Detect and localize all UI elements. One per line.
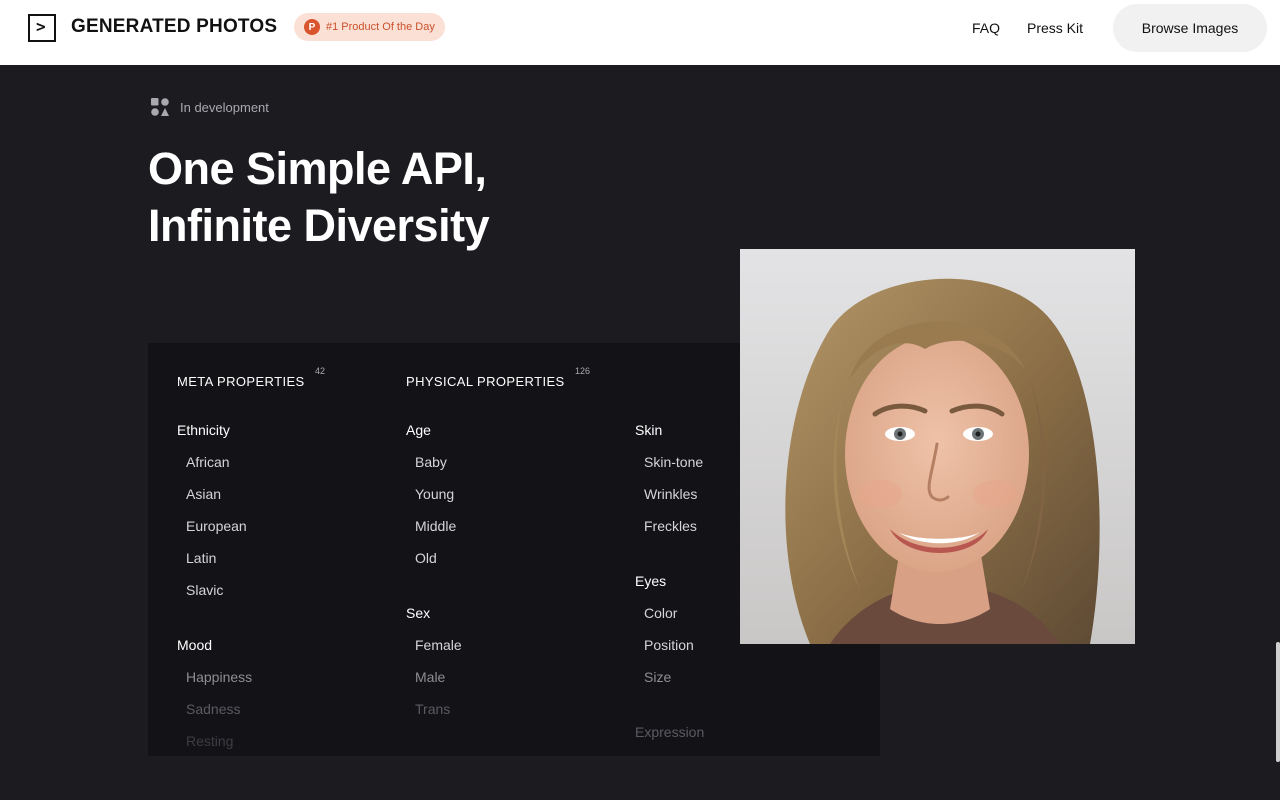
group-sex: Sex (406, 605, 431, 621)
list-item: Female (415, 637, 462, 653)
list-item: Asian (186, 486, 222, 502)
group-ethnicity: Ethnicity (177, 422, 230, 438)
terminal-prompt-icon[interactable]: > (28, 14, 56, 42)
meta-properties-heading: META PROPERTIES (177, 374, 305, 389)
list-item: Trans (415, 701, 451, 717)
generated-face-photo (740, 249, 1135, 644)
list-item: Position (644, 637, 694, 653)
logo-glyph: > (36, 17, 46, 36)
page-title: One Simple API, Infinite Diversity (148, 140, 490, 254)
shapes-icon (151, 98, 169, 116)
product-of-day-badge[interactable]: P #1 Product Of the Day (294, 13, 445, 41)
list-item: Freckles (644, 518, 697, 534)
group-eyes: Eyes (635, 573, 667, 589)
physical-properties-count: 126 (575, 366, 591, 376)
list-item: Latin (186, 550, 217, 566)
list-item: Wrinkles (644, 486, 698, 502)
list-item: Color (644, 605, 678, 621)
group-skin: Skin (635, 422, 663, 438)
list-item: European (186, 518, 247, 534)
list-item: Old (415, 550, 437, 566)
list-item: Skin-tone (644, 454, 704, 470)
brand-name[interactable]: GENERATED PHOTOS (71, 16, 277, 38)
list-item: Happiness (186, 669, 253, 685)
list-item: Size (644, 669, 672, 685)
list-item: Middle (415, 518, 457, 534)
list-item: Baby (415, 454, 447, 470)
group-expression: Expression (635, 724, 705, 740)
physical-properties-heading: PHYSICAL PROPERTIES (406, 374, 565, 389)
meta-properties-count: 42 (315, 366, 326, 376)
status-label: In development (180, 100, 269, 115)
title-line-2: Infinite Diversity (148, 200, 490, 251)
browse-images-button[interactable]: Browse Images (1113, 4, 1267, 52)
top-navigation-bar: > GENERATED PHOTOS P #1 Product Of the D… (0, 0, 1280, 65)
face-illustration (740, 249, 1135, 644)
list-item: African (186, 454, 230, 470)
product-hunt-icon: P (304, 19, 320, 35)
page-scrollbar[interactable] (1276, 642, 1280, 762)
title-line-1: One Simple API, (148, 143, 487, 194)
badge-label: #1 Product Of the Day (326, 21, 435, 33)
list-item: Resting (186, 733, 234, 749)
list-item: Sadness (186, 701, 241, 717)
group-mood: Mood (177, 637, 213, 653)
list-item: Slavic (186, 582, 224, 598)
list-item: Male (415, 669, 446, 685)
group-age: Age (406, 422, 431, 438)
nav-link-faq[interactable]: FAQ (972, 20, 1000, 36)
nav-link-press-kit[interactable]: Press Kit (1027, 20, 1083, 36)
list-item: Young (415, 486, 455, 502)
